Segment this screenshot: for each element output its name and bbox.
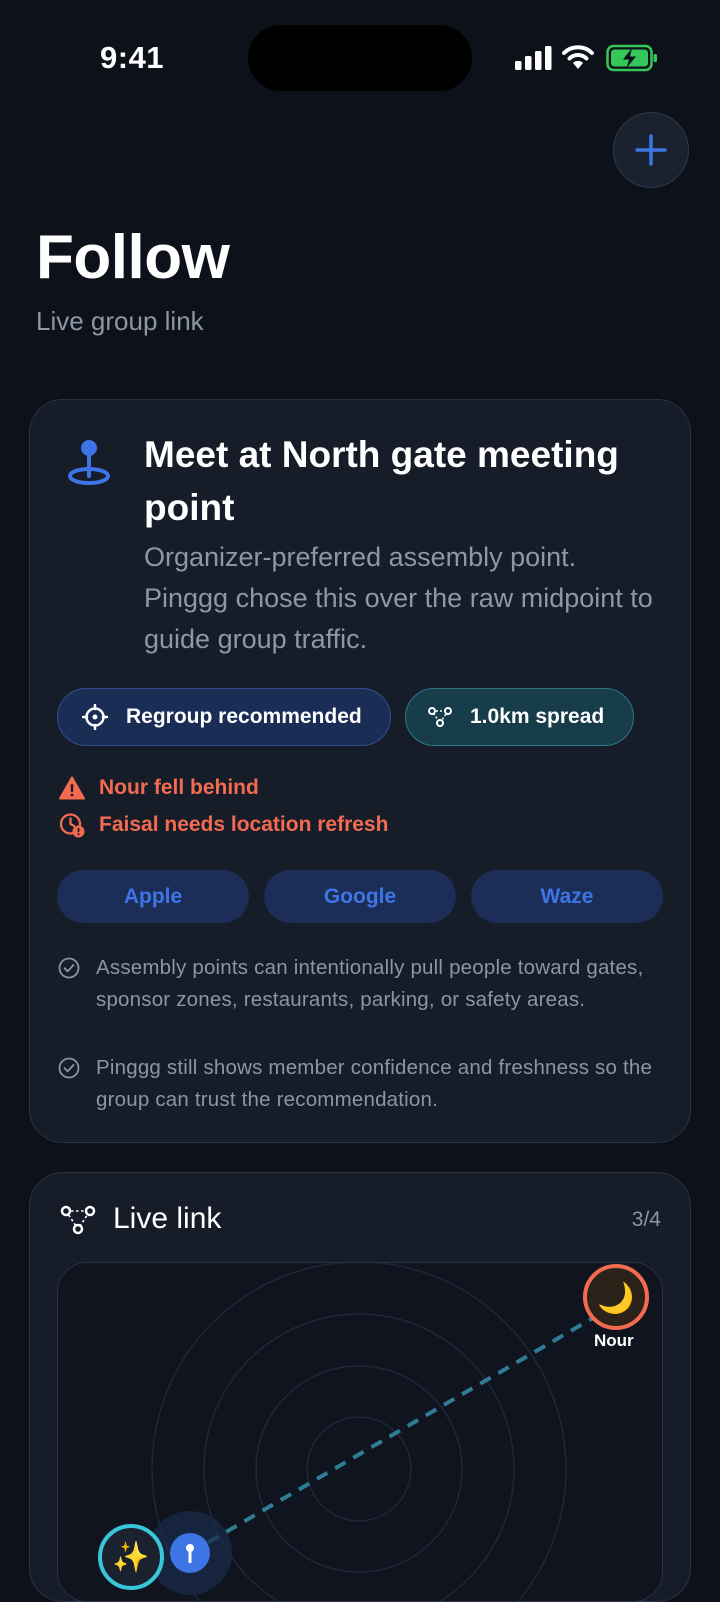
note-assembly-text: Assembly points can intentionally pull p…: [96, 956, 644, 1011]
alert-fell-behind-label: Nour fell behind: [99, 776, 259, 799]
location-pin-icon: [68, 440, 110, 485]
sparkles-emoji: ✨: [112, 1540, 149, 1574]
dynamic-island: [248, 25, 472, 91]
member-avatar-self[interactable]: ✨: [98, 1524, 164, 1590]
check-circle-icon: [58, 957, 80, 979]
regroup-chip-label: Regroup recommended: [126, 705, 362, 728]
radar-map: ✨ 🌙: [98, 1263, 649, 1601]
wifi-icon: [562, 45, 594, 69]
group-nodes-icon: [60, 1205, 96, 1235]
meeting-point-description: Organizer-preferred assembly point. Ping…: [144, 542, 653, 654]
live-map[interactable]: ✨ 🌙 Nour: [57, 1262, 663, 1602]
status-time: 9:41: [100, 40, 165, 75]
open-apple-maps-button[interactable]: Apple: [57, 870, 249, 923]
clock-alert-icon: [59, 813, 85, 838]
warning-triangle-icon: [59, 776, 85, 800]
group-nodes-icon: [428, 707, 452, 727]
open-waze-button[interactable]: Waze: [471, 870, 663, 923]
meeting-point-title: Meet at North gate meeting point: [144, 434, 619, 528]
open-google-maps-button[interactable]: Google: [264, 870, 456, 923]
battery-charging-icon: [606, 44, 657, 72]
status-bar: 9:41: [0, 0, 720, 110]
live-member-count: 3/4: [631, 1208, 661, 1231]
spread-distance-chip[interactable]: 1.0km spread: [405, 688, 634, 746]
live-link-title: Live link: [113, 1202, 222, 1235]
note-confidence-text: Pinggg still shows member confidence and…: [96, 1056, 653, 1111]
regroup-recommended-chip[interactable]: Regroup recommended: [57, 688, 391, 746]
moon-emoji: 🌙: [597, 1280, 634, 1316]
check-circle-icon: [58, 1057, 80, 1079]
plus-icon: [635, 134, 667, 166]
alert-location-refresh-label: Faisal needs location refresh: [99, 813, 389, 836]
page-title: Follow: [36, 223, 230, 292]
spread-chip-label: 1.0km spread: [470, 705, 605, 728]
crosshair-icon: [82, 704, 108, 730]
cellular-signal-icon: [515, 46, 552, 70]
add-button[interactable]: [613, 112, 689, 188]
member-label-nour: Nour: [594, 1331, 634, 1350]
member-avatar-nour[interactable]: 🌙: [583, 1264, 649, 1330]
alert-location-refresh: Faisal needs location refresh: [59, 812, 388, 838]
page-subtitle: Live group link: [36, 306, 204, 336]
alert-fell-behind: Nour fell behind: [59, 776, 259, 800]
note-member-confidence: Pinggg still shows member confidence and…: [58, 1052, 658, 1116]
note-assembly-points: Assembly points can intentionally pull p…: [58, 952, 658, 1016]
